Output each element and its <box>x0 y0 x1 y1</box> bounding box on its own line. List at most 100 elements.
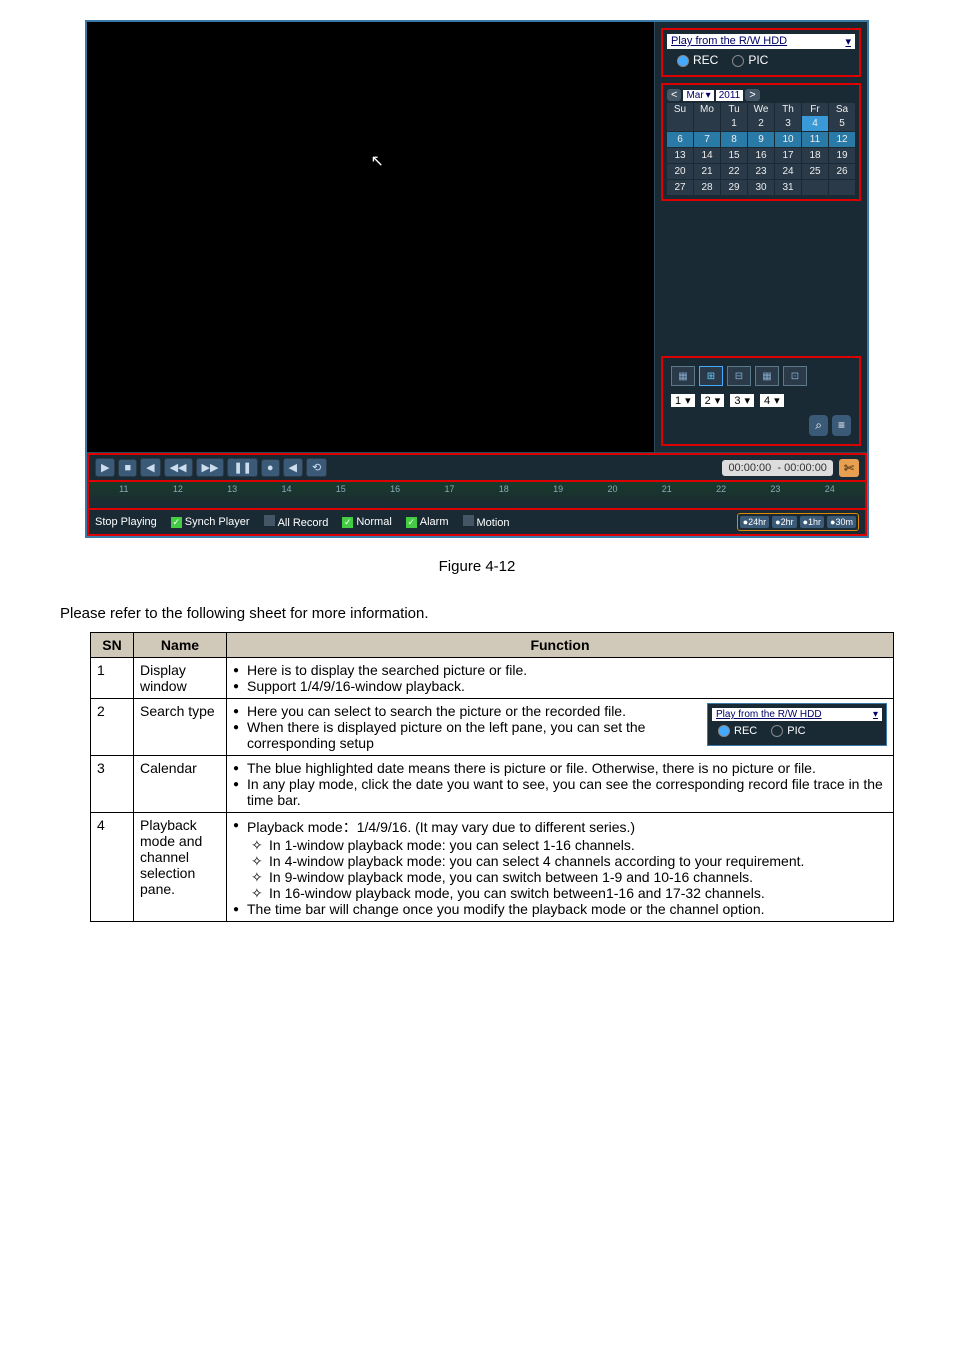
cal-day[interactable]: 25 <box>802 164 828 179</box>
cal-day[interactable]: 1 <box>721 116 747 131</box>
info-table: SN Name Function 1Display windowHere is … <box>90 632 894 922</box>
cal-day[interactable]: 8 <box>721 132 747 147</box>
time-display: 00:00:00 - 00:00:00 <box>722 460 833 476</box>
cell-function: The blue highlighted date means there is… <box>227 756 894 813</box>
cal-day[interactable]: 15 <box>721 148 747 163</box>
timeline-hour: 12 <box>173 484 183 494</box>
layout-icon[interactable]: ▦ <box>671 366 695 386</box>
transport-button[interactable]: ● <box>261 459 280 477</box>
normal-check[interactable]: ✓Normal <box>342 516 391 528</box>
transport-button[interactable]: ⟲ <box>306 458 327 477</box>
cal-day[interactable]: 14 <box>694 148 720 163</box>
cell-sn: 4 <box>91 813 134 922</box>
timeline-bar[interactable]: 1112131415161718192021222324 <box>87 482 867 508</box>
alarm-check[interactable]: ✓Alarm <box>406 516 449 528</box>
cal-next-button[interactable]: > <box>745 89 759 101</box>
cal-weekday: Mo <box>694 103 720 116</box>
cal-day[interactable]: 13 <box>667 148 693 163</box>
zoom-button[interactable]: ●1hr <box>800 516 824 528</box>
cal-day[interactable]: 27 <box>667 180 693 195</box>
cal-day <box>802 180 828 195</box>
cal-day[interactable]: 29 <box>721 180 747 195</box>
bullet-item: The blue highlighted date means there is… <box>233 760 887 776</box>
cut-button[interactable]: ✄ <box>839 459 859 477</box>
layout-icons-row: ▦⊞⊟▦⊡ <box>667 362 855 390</box>
timeline-hour: 24 <box>825 484 835 494</box>
cell-function: Play from the R/W HDD▾RECPICHere you can… <box>227 699 894 756</box>
transport-button[interactable]: ◀ <box>140 458 160 477</box>
layout-icon[interactable]: ⊞ <box>699 366 723 386</box>
all-record-check[interactable]: All Record <box>264 515 329 529</box>
motion-check[interactable]: Motion <box>463 515 510 529</box>
cal-day[interactable]: 31 <box>775 180 801 195</box>
intro-text: Please refer to the following sheet for … <box>60 605 894 622</box>
rec-radio[interactable]: REC <box>677 53 718 67</box>
cal-day[interactable]: 18 <box>802 148 828 163</box>
cal-day[interactable]: 12 <box>829 132 855 147</box>
cal-day-grid[interactable]: 1234567891011121314151617181920212223242… <box>667 116 855 195</box>
bullet-item: Here is to display the searched picture … <box>233 662 887 678</box>
cal-prev-button[interactable]: < <box>667 89 681 101</box>
bullet-item: Here you can select to search the pictur… <box>233 703 887 719</box>
source-dropdown-label: Play from the R/W HDD <box>671 35 787 48</box>
cal-day[interactable]: 20 <box>667 164 693 179</box>
cal-day[interactable]: 9 <box>748 132 774 147</box>
transport-button[interactable]: ❚❚ <box>227 458 257 477</box>
channel-select[interactable]: 1▾ <box>671 394 695 407</box>
transport-button[interactable]: ◀◀ <box>164 458 193 477</box>
channel-select[interactable]: 3▾ <box>730 394 754 407</box>
cal-day[interactable]: 3 <box>775 116 801 131</box>
channel-select[interactable]: 4▾ <box>760 394 784 407</box>
cal-day[interactable]: 22 <box>721 164 747 179</box>
cell-name: Display window <box>134 658 227 699</box>
transport-button[interactable]: ▶ <box>95 458 115 477</box>
transport-button[interactable]: ■ <box>118 459 137 477</box>
timeline-hour: 20 <box>607 484 617 494</box>
bullet-item: Support 1/4/9/16-window playback. <box>233 678 887 694</box>
cal-day[interactable]: 7 <box>694 132 720 147</box>
cal-day[interactable]: 2 <box>748 116 774 131</box>
zoom-button[interactable]: ●2hr <box>772 516 796 528</box>
cell-sn: 2 <box>91 699 134 756</box>
cal-day[interactable]: 4 <box>802 116 828 131</box>
diamond-item: In 1-window playback mode: you can selec… <box>233 837 887 853</box>
transport-button[interactable]: ▶▶ <box>196 458 225 477</box>
synch-player-check[interactable]: ✓Synch Player <box>171 516 250 528</box>
layout-icon[interactable]: ⊡ <box>783 366 807 386</box>
th-function: Function <box>227 633 894 658</box>
cal-day[interactable]: 28 <box>694 180 720 195</box>
cal-day[interactable]: 30 <box>748 180 774 195</box>
zoom-button[interactable]: ●24hr <box>740 516 769 528</box>
cal-month-select[interactable]: Mar▾ <box>683 90 713 101</box>
layout-icon[interactable]: ⊟ <box>727 366 751 386</box>
cal-day[interactable]: 11 <box>802 132 828 147</box>
cal-day[interactable]: 17 <box>775 148 801 163</box>
cal-day[interactable]: 5 <box>829 116 855 131</box>
diamond-item: In 4-window playback mode: you can selec… <box>233 853 887 869</box>
bullet-item: The time bar will change once you modify… <box>233 901 887 917</box>
table-row: 1Display windowHere is to display the se… <box>91 658 894 699</box>
cal-day[interactable]: 23 <box>748 164 774 179</box>
cell-sn: 3 <box>91 756 134 813</box>
layout-icon[interactable]: ▦ <box>755 366 779 386</box>
timeline-hour: 13 <box>227 484 237 494</box>
cal-day[interactable]: 6 <box>667 132 693 147</box>
cal-weekday: Su <box>667 103 693 116</box>
list-button[interactable]: ≡ <box>832 415 851 436</box>
search-button[interactable]: ⌕ <box>809 415 828 436</box>
calendar-pane: < Mar▾ 2011 > SuMoTuWeThFrSa 12345678910… <box>661 83 861 201</box>
cal-day[interactable]: 16 <box>748 148 774 163</box>
cal-year-select[interactable]: 2011 <box>716 90 744 101</box>
zoom-button[interactable]: ●30m <box>827 516 856 528</box>
cal-day[interactable]: 21 <box>694 164 720 179</box>
cal-day[interactable]: 19 <box>829 148 855 163</box>
cal-day[interactable]: 10 <box>775 132 801 147</box>
channel-select[interactable]: 2▾ <box>701 394 725 407</box>
cal-day[interactable]: 26 <box>829 164 855 179</box>
transport-button[interactable]: ◀ <box>283 458 303 477</box>
diamond-item: In 9-window playback mode, you can switc… <box>233 869 887 885</box>
cal-day[interactable]: 24 <box>775 164 801 179</box>
timeline-hour: 22 <box>716 484 726 494</box>
pic-radio[interactable]: PIC <box>732 53 768 67</box>
source-dropdown[interactable]: Play from the R/W HDD ▾ <box>667 34 855 49</box>
